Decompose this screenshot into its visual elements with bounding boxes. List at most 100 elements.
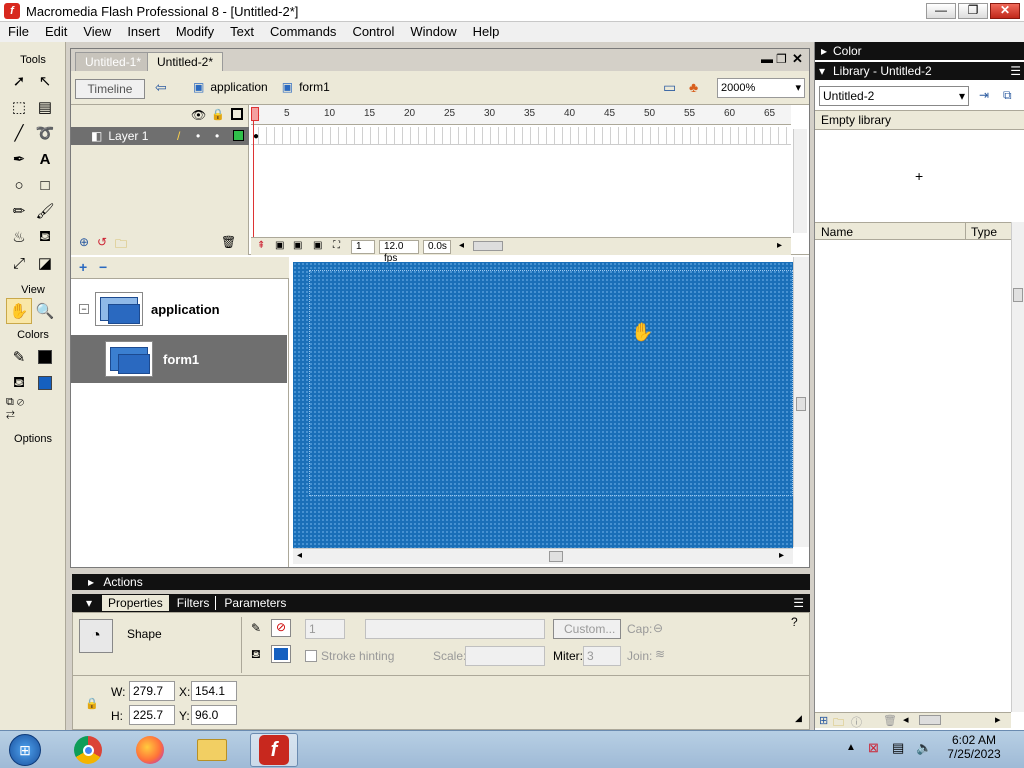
menu-file[interactable]: File bbox=[0, 22, 37, 42]
frames-area[interactable]: 1 5 10 15 20 25 30 35 40 45 50 55 60 65 … bbox=[251, 105, 791, 255]
scroll-right-icon[interactable]: ▸ bbox=[777, 240, 782, 251]
stage-canvas[interactable]: ✋ bbox=[293, 262, 793, 548]
width-field[interactable]: 279.7 bbox=[129, 681, 175, 701]
swap-colors-icon[interactable]: ⧉ ⊘ ⇄ bbox=[6, 396, 32, 422]
restore-button[interactable]: ❐ bbox=[958, 3, 988, 19]
frame-cells[interactable] bbox=[251, 127, 791, 145]
tray-arrow-icon[interactable]: ▲ bbox=[846, 742, 856, 753]
doc-close-icon[interactable]: ✕ bbox=[792, 51, 803, 67]
rectangle-tool-icon[interactable]: □ bbox=[32, 172, 58, 198]
new-symbol-icon[interactable]: ⊞ bbox=[819, 714, 828, 727]
timeline-vscroll[interactable] bbox=[793, 129, 807, 233]
add-screen-icon[interactable]: + bbox=[79, 259, 87, 275]
custom-button[interactable]: Custom... bbox=[553, 619, 621, 639]
help-icon[interactable]: ? bbox=[791, 615, 798, 629]
layer-name[interactable]: Layer 1 bbox=[108, 129, 148, 143]
stage-vscroll[interactable] bbox=[793, 257, 809, 547]
menu-insert[interactable]: Insert bbox=[119, 22, 168, 42]
library-select[interactable]: Untitled-2 ▾ bbox=[819, 86, 969, 106]
outline-color-icon[interactable] bbox=[233, 130, 244, 141]
oval-tool-icon[interactable]: ○ bbox=[6, 172, 32, 198]
outline-icon[interactable] bbox=[231, 108, 243, 120]
add-layer-icon[interactable]: ⊕ bbox=[79, 235, 89, 249]
scroll-left-icon[interactable]: ◂ bbox=[903, 713, 909, 726]
frame-ruler[interactable]: 1 5 10 15 20 25 30 35 40 45 50 55 60 65 bbox=[251, 105, 791, 125]
paint-bucket-icon[interactable]: ⛾ bbox=[32, 224, 58, 250]
library-vscroll-thumb[interactable] bbox=[1013, 288, 1023, 302]
tab-properties[interactable]: Properties bbox=[102, 595, 169, 611]
scroll-left-icon[interactable]: ◂ bbox=[297, 550, 302, 561]
eyedropper-icon[interactable]: ⤢ bbox=[6, 250, 32, 276]
edit-symbols-icon[interactable]: ♣ bbox=[689, 79, 698, 95]
doc-restore-icon[interactable]: ❐ bbox=[776, 52, 787, 66]
zoom-select[interactable]: 2000% ▾ bbox=[717, 78, 805, 98]
library-panel-header[interactable]: ▾ Library - Untitled-2 ☰ bbox=[815, 62, 1024, 80]
free-transform-icon[interactable]: ⬚ bbox=[6, 94, 32, 120]
stage-hscroll-thumb[interactable] bbox=[549, 551, 563, 562]
stroke-width-field[interactable]: 1 bbox=[305, 619, 345, 639]
lasso-tool-icon[interactable]: ➰ bbox=[32, 120, 58, 146]
edit-multiple-icon[interactable]: ▣ bbox=[313, 240, 322, 251]
new-library-panel-icon[interactable]: ⧉ bbox=[1003, 88, 1012, 103]
tab-untitled-2[interactable]: Untitled-2* bbox=[147, 52, 224, 71]
library-vscroll[interactable] bbox=[1011, 222, 1024, 712]
panel-menu-icon[interactable]: ☰ bbox=[793, 596, 804, 610]
properties-icon[interactable]: ⓘ bbox=[851, 714, 862, 730]
close-button[interactable]: ✕ bbox=[990, 3, 1020, 19]
tab-parameters[interactable]: Parameters bbox=[224, 596, 286, 610]
scroll-right-icon[interactable]: ▸ bbox=[779, 550, 784, 561]
collapse-icon[interactable]: − bbox=[79, 304, 89, 314]
visible-dot-icon[interactable]: • bbox=[196, 129, 200, 143]
menu-control[interactable]: Control bbox=[344, 22, 402, 42]
height-field[interactable]: 225.7 bbox=[129, 705, 175, 725]
gradient-transform-icon[interactable]: ▤ bbox=[32, 94, 58, 120]
menu-edit[interactable]: Edit bbox=[37, 22, 75, 42]
onion-skin-icon[interactable]: ▣ bbox=[275, 240, 284, 251]
ink-bottle-icon[interactable]: ♨ bbox=[6, 224, 32, 250]
shape-selection[interactable] bbox=[309, 270, 793, 496]
edit-scene-icon[interactable]: ▭ bbox=[663, 79, 676, 96]
pencil-tool-icon[interactable]: ✏ bbox=[6, 198, 32, 224]
subselect-tool-icon[interactable]: ↖ bbox=[32, 68, 58, 94]
add-folder-icon[interactable]: 🗀 bbox=[115, 235, 127, 256]
hand-tool-icon[interactable]: ✋ bbox=[6, 298, 32, 324]
onion-outline-icon[interactable]: ▣ bbox=[293, 240, 302, 251]
menu-text[interactable]: Text bbox=[222, 22, 262, 42]
tab-untitled-1[interactable]: Untitled-1* bbox=[75, 52, 152, 71]
text-tool-icon[interactable]: A bbox=[32, 146, 58, 172]
device-icon[interactable]: ▤ bbox=[892, 740, 904, 756]
layer-row[interactable]: ◧ Layer 1 / • • bbox=[71, 127, 249, 145]
menu-modify[interactable]: Modify bbox=[168, 22, 222, 42]
stroke-color-picker[interactable]: ⊘ bbox=[271, 619, 291, 637]
screen-item-application[interactable]: − application bbox=[71, 287, 289, 331]
playhead[interactable] bbox=[253, 107, 259, 237]
scroll-right-icon[interactable]: ▸ bbox=[995, 713, 1001, 726]
start-button[interactable]: ⊞ bbox=[4, 733, 46, 767]
explorer-taskbar-icon[interactable] bbox=[188, 733, 236, 767]
minimize-button[interactable]: — bbox=[926, 3, 956, 19]
x-field[interactable]: 154.1 bbox=[191, 681, 237, 701]
menu-view[interactable]: View bbox=[75, 22, 119, 42]
fill-color-swatch[interactable] bbox=[32, 370, 58, 396]
pin-library-icon[interactable]: ⇥ bbox=[979, 88, 989, 102]
breadcrumb-form1[interactable]: form1 bbox=[299, 80, 330, 94]
delete-icon[interactable]: 🗑 bbox=[883, 714, 897, 727]
join-icon[interactable]: ≋ bbox=[655, 647, 665, 661]
color-panel-header[interactable]: ▸ Color bbox=[815, 42, 1024, 60]
center-frame-icon[interactable]: ⇞ bbox=[257, 240, 265, 251]
pen-tool-icon[interactable]: ✒ bbox=[6, 146, 32, 172]
menu-help[interactable]: Help bbox=[465, 22, 508, 42]
delete-layer-icon[interactable]: 🗑 bbox=[221, 235, 236, 249]
timeline-hscroll-thumb[interactable] bbox=[473, 241, 503, 251]
y-field[interactable]: 96.0 bbox=[191, 705, 237, 725]
miter-field[interactable]: 3 bbox=[583, 646, 621, 666]
resize-grip-icon[interactable]: ◢ bbox=[795, 713, 802, 724]
add-guide-icon[interactable]: ↺ bbox=[97, 235, 107, 249]
zoom-tool-icon[interactable]: 🔍 bbox=[32, 298, 58, 324]
playhead-handle[interactable] bbox=[251, 107, 259, 121]
eye-icon[interactable]: 👁 bbox=[191, 108, 206, 122]
panel-menu-icon[interactable]: ☰ bbox=[1010, 62, 1021, 80]
menu-window[interactable]: Window bbox=[402, 22, 464, 42]
collapse-arrow-icon[interactable]: ▾ bbox=[86, 596, 92, 610]
stroke-hinting-checkbox[interactable] bbox=[305, 650, 317, 662]
